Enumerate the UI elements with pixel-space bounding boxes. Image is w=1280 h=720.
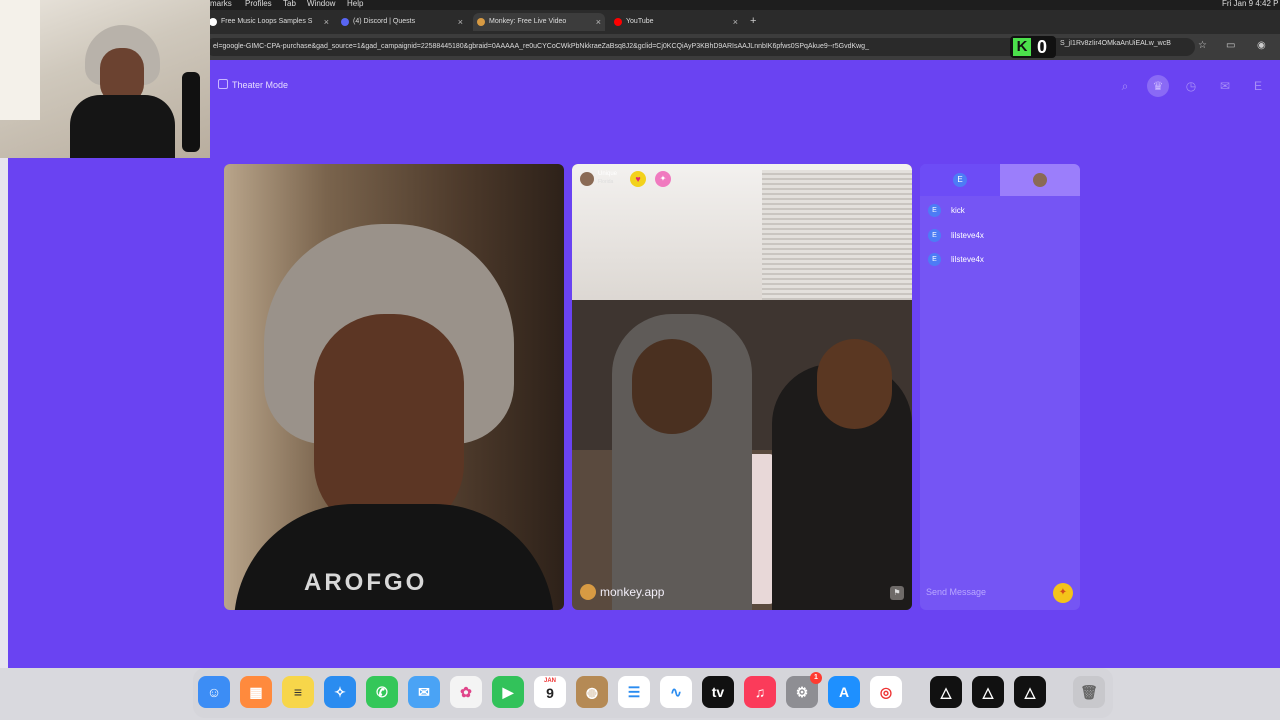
theater-mode-label: Theater Mode bbox=[232, 80, 289, 90]
peer-avatar bbox=[580, 172, 594, 186]
app-triangle-icon[interactable]: △ bbox=[1014, 676, 1046, 708]
heart-icon[interactable]: ♥ bbox=[630, 171, 646, 187]
peer-name: Unique bbox=[598, 171, 618, 177]
hoodie-print: AROFGO bbox=[304, 569, 428, 596]
menu-help[interactable]: Help bbox=[347, 0, 363, 9]
report-icon[interactable]: ⚑ bbox=[890, 586, 904, 600]
menubar-clock: Fri Jan 9 4:42 P bbox=[1222, 0, 1279, 8]
mail-icon[interactable]: ✉ bbox=[408, 676, 440, 708]
tab-chat[interactable]: E bbox=[920, 164, 1000, 196]
message-text: kick bbox=[951, 206, 965, 215]
menu-window[interactable]: Window bbox=[307, 0, 335, 9]
settings-icon[interactable]: ⚙ 1 bbox=[786, 672, 822, 708]
appstore-icon[interactable]: A bbox=[828, 676, 860, 708]
tab-label: Free Music Loops Samples S bbox=[221, 18, 313, 25]
search-icon[interactable]: ⌕ bbox=[1114, 75, 1136, 97]
chat-send-bar: ✦ bbox=[920, 574, 1080, 610]
peer-badge[interactable]: Unique Florida bbox=[578, 170, 623, 188]
appletv-label: tv bbox=[711, 684, 725, 700]
monkey-logo-icon bbox=[580, 584, 596, 600]
calendar-day: 9 bbox=[546, 685, 554, 701]
monkey-icon bbox=[477, 18, 485, 26]
profile-icon[interactable]: ◉ bbox=[1257, 40, 1266, 51]
peer-location: Florida bbox=[598, 179, 614, 185]
menu-marks[interactable]: marks bbox=[210, 0, 232, 9]
reminders-icon[interactable]: ☰ bbox=[618, 676, 650, 708]
close-icon[interactable]: × bbox=[324, 13, 329, 31]
photos-icon[interactable]: ✿ bbox=[450, 676, 482, 708]
message-text: lilsteve4x bbox=[951, 255, 984, 264]
safari-icon[interactable]: ✧ bbox=[324, 676, 356, 708]
tab-monkey[interactable]: Monkey: Free Live Video × bbox=[473, 13, 605, 31]
launchpad-icon[interactable]: ▦ bbox=[240, 676, 272, 708]
tab-label: YouTube bbox=[626, 18, 654, 25]
theater-mode-button[interactable]: Theater Mode bbox=[218, 78, 288, 92]
tab-label: (4) Discord | Quests bbox=[353, 18, 416, 25]
contacts-icon[interactable]: ◍ bbox=[576, 676, 608, 708]
trash-icon[interactable]: 🗑 bbox=[1073, 676, 1105, 708]
kick-counter-overlay: K 0 bbox=[1010, 36, 1056, 58]
monkey-watermark: monkey.app bbox=[580, 584, 664, 600]
new-tab-button[interactable]: + bbox=[750, 15, 756, 27]
tab-peer[interactable] bbox=[1000, 164, 1080, 196]
expand-icon bbox=[218, 79, 228, 89]
close-icon[interactable]: × bbox=[596, 13, 601, 31]
chat-bubble-icon[interactable]: ✉ bbox=[1214, 75, 1236, 97]
app-triangle-icon[interactable]: △ bbox=[930, 676, 962, 708]
favicon-icon bbox=[209, 18, 217, 26]
tab-music-loops[interactable]: Free Music Loops Samples S × bbox=[205, 13, 333, 31]
gift-icon[interactable]: ✦ bbox=[1053, 583, 1073, 603]
tab-label: Monkey: Free Live Video bbox=[489, 18, 567, 25]
peer-avatar bbox=[1033, 173, 1047, 187]
tab-discord[interactable]: (4) Discord | Quests × bbox=[337, 13, 467, 31]
finder-icon[interactable]: ☺ bbox=[198, 676, 230, 708]
kick-count: 0 bbox=[1037, 37, 1048, 57]
streamer-webcam bbox=[0, 0, 210, 158]
freeform-icon[interactable]: ∿ bbox=[660, 676, 692, 708]
notes-icon[interactable]: ≡ bbox=[282, 676, 314, 708]
close-icon[interactable]: × bbox=[733, 13, 738, 31]
message-text: lilsteve4x bbox=[951, 230, 984, 240]
close-icon[interactable]: × bbox=[458, 13, 463, 31]
chat-messages: E kick E lilsteve4x E lilsteve4x bbox=[928, 204, 984, 278]
remote-video: Unique Florida ♥ ✦ monkey.app ⚑ bbox=[572, 164, 912, 610]
local-video: AROFGO bbox=[224, 164, 564, 610]
crown-icon[interactable]: ♛ bbox=[1147, 75, 1169, 97]
sidepanel-icon[interactable]: ▭ bbox=[1226, 40, 1235, 51]
avatar: E bbox=[928, 228, 941, 242]
watermark-text: monkey.app bbox=[600, 585, 665, 599]
send-message-input[interactable] bbox=[926, 584, 1046, 600]
microphone bbox=[182, 72, 200, 152]
chat-message: E lilsteve4x bbox=[928, 228, 984, 254]
bookmark-star-icon[interactable]: ☆ bbox=[1198, 40, 1207, 51]
discord-icon bbox=[341, 18, 349, 26]
url-text: el=google-GIMC-CPA-purchase&gad_source=1… bbox=[213, 43, 869, 50]
kick-logo-icon: K bbox=[1013, 38, 1031, 56]
tab-youtube[interactable]: YouTube × bbox=[610, 13, 742, 31]
music-icon[interactable]: ♫ bbox=[744, 676, 776, 708]
settings-badge: 1 bbox=[810, 672, 822, 684]
menu-profiles[interactable]: Profiles bbox=[245, 0, 272, 9]
avatar: E bbox=[928, 253, 941, 266]
avatar[interactable]: E bbox=[1247, 75, 1269, 97]
chat-message: E kick bbox=[928, 204, 984, 229]
chat-tabs: E bbox=[920, 164, 1080, 196]
youtube-icon bbox=[614, 18, 622, 26]
messages-icon[interactable]: ✆ bbox=[366, 676, 398, 708]
chat-panel: E E kick E lilsteve4x E lilsteve4x ✦ bbox=[920, 164, 1080, 610]
facetime-icon[interactable]: ▶ bbox=[492, 676, 524, 708]
gift-icon[interactable]: ✦ bbox=[655, 171, 671, 187]
chrome-icon[interactable]: ◎ bbox=[870, 676, 902, 708]
menu-tab[interactable]: Tab bbox=[283, 0, 296, 9]
avatar: E bbox=[928, 204, 941, 217]
appletv-icon[interactable]: tv bbox=[702, 676, 734, 708]
chat-message: E lilsteve4x bbox=[928, 253, 984, 278]
history-icon[interactable]: ◷ bbox=[1180, 75, 1202, 97]
tab-avatar: E bbox=[953, 173, 967, 187]
url-tail: S_jI1Rv8zIir4OMkaAnUiEALw_wcB bbox=[1060, 40, 1171, 47]
mac-dock: ☺ ▦ ≡ ✧ ✆ ✉ ✿ ▶ JAN 9 ◍ ☰ ∿ tv ♫ ⚙ 1 A ◎… bbox=[193, 668, 1113, 718]
calendar-icon[interactable]: JAN 9 bbox=[534, 676, 566, 708]
app-triangle-icon[interactable]: △ bbox=[972, 676, 1004, 708]
